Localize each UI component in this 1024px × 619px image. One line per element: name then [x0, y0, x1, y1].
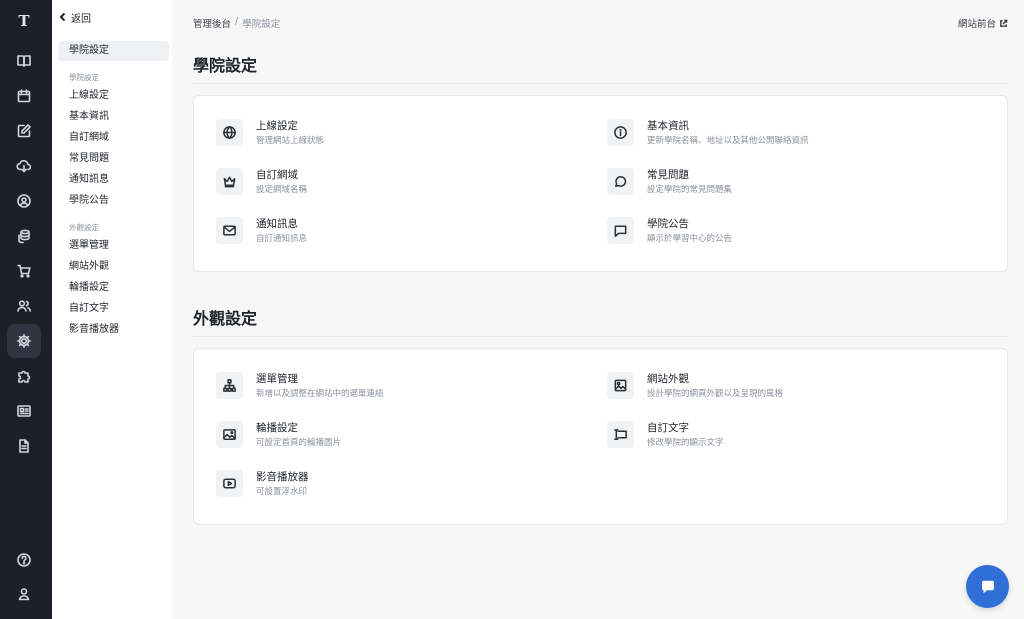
settings-item[interactable]: 自訂文字修改學院的顯示文字: [607, 421, 967, 450]
item-title: 上線設定: [256, 120, 298, 132]
item-description: 設定學院的常見問題集: [647, 185, 733, 195]
settings-subnav: 返回 學院設定 學院設定 上線設定 基本資訊 自訂網域 常見問題 通知訊息 學院…: [52, 0, 172, 619]
divider: [193, 83, 1008, 84]
help-icon[interactable]: [7, 543, 41, 577]
item-description: 新增以及調整在網站中的選單連結: [256, 389, 384, 399]
subnav-item[interactable]: 通知訊息: [69, 173, 109, 187]
logo[interactable]: T: [7, 4, 41, 38]
subnav-item[interactable]: 輪播設定: [69, 281, 109, 295]
account-icon[interactable]: [7, 577, 41, 611]
section-title: 外觀設定: [193, 309, 258, 328]
settings-item[interactable]: 網站外觀設計學院的網頁外觀以及呈現的風格: [607, 372, 967, 401]
item-description: 修改學院的顯示文字: [647, 438, 724, 448]
chat-support-button[interactable]: [966, 565, 1009, 608]
puzzle-icon[interactable]: [7, 359, 41, 393]
chat-icon: [981, 580, 994, 593]
settings-item[interactable]: 基本資訊更新學院名稱、地址以及其他公開聯絡資訊: [607, 119, 967, 148]
item-description: 更新學院名稱、地址以及其他公開聯絡資訊: [647, 136, 809, 146]
back-label: 返回: [71, 13, 91, 25]
breadcrumb-item[interactable]: 管理後台: [193, 16, 231, 30]
chat-bubble-icon: [607, 168, 634, 195]
website-frontend-link[interactable]: 網站前台: [958, 16, 1008, 30]
subnav-group-title: 學院設定: [69, 73, 99, 82]
item-title: 網站外觀: [647, 373, 689, 385]
item-description: 顯示於學習中心的公告: [647, 234, 733, 244]
info-icon: [607, 119, 634, 146]
settings-item[interactable]: 常見問題設定學院的常見問題集: [607, 168, 967, 197]
subnav-item-active[interactable]: 學院設定: [58, 41, 169, 61]
item-description: 可設定首頁的輪播圖片: [256, 438, 342, 448]
layout-icon[interactable]: [7, 394, 41, 428]
message-square-icon: [607, 217, 634, 244]
settings-item[interactable]: 通知訊息自訂通知訊息: [216, 217, 576, 246]
breadcrumb-current: 學院設定: [242, 19, 281, 30]
chevron-left-icon: [59, 12, 66, 22]
subnav-group-title: 外觀設定: [69, 223, 99, 232]
edit-icon[interactable]: [7, 114, 41, 148]
globe-icon: [216, 119, 243, 146]
gear-icon[interactable]: [7, 324, 41, 358]
section-title: 學院設定: [193, 56, 258, 75]
subnav-item[interactable]: 上線設定: [69, 89, 109, 103]
item-title: 選單管理: [256, 373, 298, 385]
divider: [193, 336, 1008, 337]
subnav-item[interactable]: 網站外觀: [69, 260, 109, 274]
item-description: 自訂通知訊息: [256, 234, 308, 244]
picture-icon: [216, 421, 243, 448]
item-description: 可設置浮水印: [256, 487, 308, 497]
coins-icon[interactable]: [7, 219, 41, 253]
book-icon[interactable]: [7, 44, 41, 78]
item-title: 基本資訊: [647, 120, 689, 132]
settings-card: 上線設定管理網站上線狀態 基本資訊更新學院名稱、地址以及其他公開聯絡資訊 自訂網…: [193, 95, 1008, 272]
item-title: 常見問題: [647, 169, 689, 181]
image-icon: [607, 372, 634, 399]
back-link[interactable]: 返回: [58, 9, 91, 25]
subnav-item[interactable]: 影音播放器: [69, 323, 119, 337]
video-play-icon: [216, 470, 243, 497]
item-title: 學院公告: [647, 218, 689, 230]
settings-item[interactable]: 輪播設定可設定首頁的輪播圖片: [216, 421, 576, 450]
users-icon[interactable]: [7, 289, 41, 323]
item-title: 通知訊息: [256, 218, 298, 230]
document-icon[interactable]: [7, 429, 41, 463]
crown-icon: [216, 168, 243, 195]
sitemap-icon: [216, 372, 243, 399]
item-title: 輪播設定: [256, 422, 298, 434]
calendar-icon[interactable]: [7, 79, 41, 113]
item-title: 影音播放器: [256, 471, 309, 483]
settings-item[interactable]: 學院公告顯示於學習中心的公告: [607, 217, 967, 246]
cart-icon[interactable]: [7, 254, 41, 288]
item-description: 管理網站上線狀態: [256, 136, 325, 146]
settings-item[interactable]: 影音播放器可設置浮水印: [216, 470, 576, 499]
subnav-item[interactable]: 學院公告: [69, 194, 109, 208]
item-description: 設計學院的網頁外觀以及呈現的風格: [647, 389, 784, 399]
item-title: 自訂網域: [256, 169, 298, 181]
appearance-card: 選單管理新增以及調整在網站中的選單連結 網站外觀設計學院的網頁外觀以及呈現的風格…: [193, 348, 1008, 525]
main-content: 管理後台 / 學院設定 網站前台 學院設定 上線設定管理網站上線狀態 基本資訊更…: [172, 0, 1024, 619]
text-cursor-icon: [607, 421, 634, 448]
external-link-icon: [1000, 19, 1008, 27]
subnav-item[interactable]: 基本資訊: [69, 110, 109, 124]
item-description: 設定網域名稱: [256, 185, 308, 195]
settings-item[interactable]: 自訂網域設定網域名稱: [216, 168, 576, 197]
icon-rail: T: [0, 0, 52, 619]
item-title: 自訂文字: [647, 422, 689, 434]
breadcrumb-separator: /: [235, 16, 239, 27]
subnav-item[interactable]: 選單管理: [69, 239, 109, 253]
mail-icon: [216, 217, 243, 244]
front-link-label: 網站前台: [957, 19, 996, 30]
subnav-item[interactable]: 常見問題: [69, 152, 109, 166]
download-icon[interactable]: [7, 149, 41, 183]
subnav-item[interactable]: 自訂文字: [69, 302, 109, 316]
settings-item[interactable]: 上線設定管理網站上線狀態: [216, 119, 576, 148]
breadcrumb: 管理後台 / 學院設定: [193, 16, 280, 30]
subnav-item[interactable]: 自訂網域: [69, 131, 109, 145]
user-circle-icon[interactable]: [7, 184, 41, 218]
settings-item[interactable]: 選單管理新增以及調整在網站中的選單連結: [216, 372, 576, 401]
